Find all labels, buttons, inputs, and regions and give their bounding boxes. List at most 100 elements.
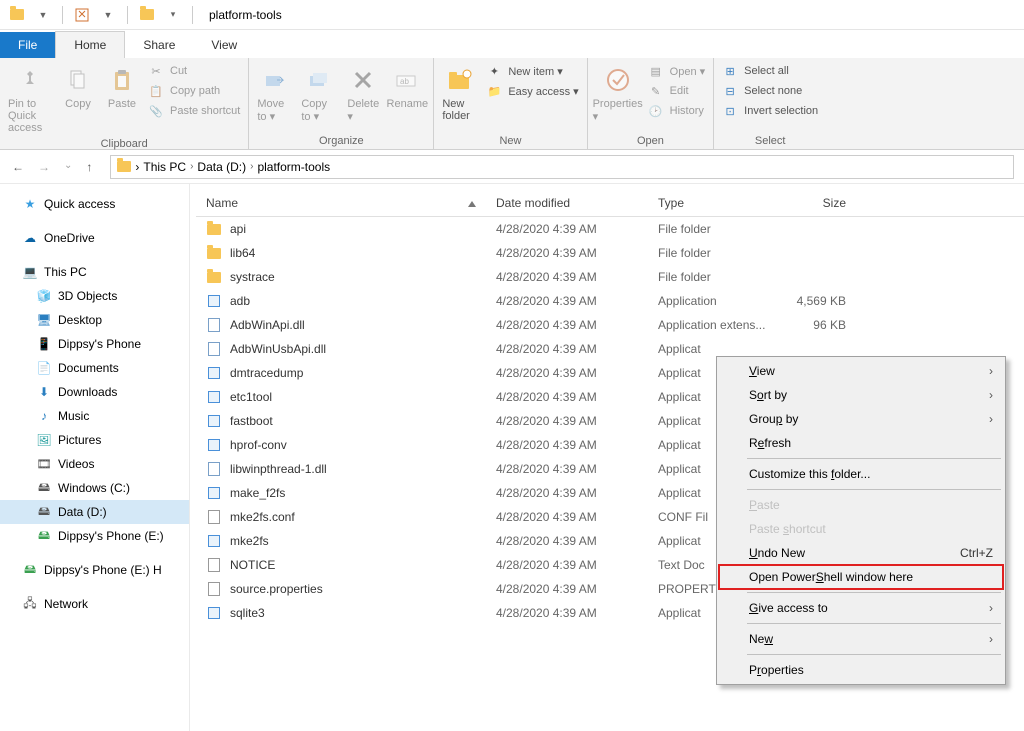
pin-button[interactable]: Pin to Quick access	[6, 62, 54, 136]
sidebar-item[interactable]: 📱Dippsy's Phone	[0, 332, 189, 356]
qat-dropdown-2[interactable]: ▼	[97, 4, 119, 26]
tab-home[interactable]: Home	[55, 31, 125, 58]
col-type[interactable]: Type	[648, 190, 780, 216]
folder-icon-2	[136, 4, 158, 26]
svg-text:ab: ab	[400, 77, 409, 86]
qat-dropdown-3[interactable]: ▾	[162, 4, 184, 26]
select-all-button[interactable]: ⊞Select all	[720, 62, 820, 80]
delete-button[interactable]: Delete▾	[343, 62, 383, 125]
file-date: 4/28/2020 4:39 AM	[486, 336, 648, 362]
file-type: Application extens...	[648, 312, 780, 338]
new-item-button[interactable]: ✦New item ▾	[484, 62, 580, 80]
sidebar-network[interactable]: 🖧Network	[0, 592, 189, 616]
folder-icon: 🖴	[36, 528, 52, 544]
file-icon	[206, 365, 222, 381]
cloud-icon: ☁	[22, 230, 38, 246]
qat-dropdown[interactable]: ▼	[32, 4, 54, 26]
ctx-undo-new[interactable]: Undo NewCtrl+Z	[719, 541, 1003, 565]
paste-shortcut-button[interactable]: 📎Paste shortcut	[146, 102, 242, 120]
ctx-open-powershell[interactable]: Open PowerShell window here	[719, 565, 1003, 589]
address-bar[interactable]: › This PC› Data (D:)› platform-tools	[110, 155, 1014, 179]
sidebar-item[interactable]: ♪Music	[0, 404, 189, 428]
ctx-sort-by[interactable]: Sort by›	[719, 383, 1003, 407]
file-icon	[206, 293, 222, 309]
tab-share[interactable]: Share	[125, 32, 193, 58]
file-icon	[206, 605, 222, 621]
crumb-0[interactable]: This PC›	[143, 160, 193, 174]
open-button[interactable]: ▤Open ▾	[646, 62, 708, 80]
easy-access-button[interactable]: 📁Easy access ▾	[484, 82, 580, 100]
crumb-1[interactable]: Data (D:)›	[197, 160, 253, 174]
ctx-paste[interactable]: Paste	[719, 493, 1003, 517]
new-folder-button[interactable]: New folder	[440, 62, 480, 124]
col-date[interactable]: Date modified	[486, 190, 648, 216]
file-name: adb	[230, 294, 250, 308]
ctx-customize[interactable]: Customize this folder...	[719, 462, 1003, 486]
file-date: 4/28/2020 4:39 AM	[486, 480, 648, 506]
ctx-view[interactable]: View›	[719, 359, 1003, 383]
history-button[interactable]: 🕑History	[646, 102, 708, 120]
sidebar-item[interactable]: 📄Documents	[0, 356, 189, 380]
properties-button[interactable]: Properties▾	[594, 62, 642, 125]
ctx-refresh[interactable]: Refresh	[719, 431, 1003, 455]
group-label-open: Open	[594, 133, 708, 149]
file-row[interactable]: AdbWinApi.dll 4/28/2020 4:39 AM Applicat…	[196, 313, 1024, 337]
sidebar-onedrive[interactable]: ☁OneDrive	[0, 226, 189, 250]
column-headers: Name Date modified Type Size	[196, 190, 1024, 217]
cut-button[interactable]: ✂Cut	[146, 62, 242, 80]
file-size: 4,569 KB	[780, 288, 870, 314]
paste-button[interactable]: Paste	[102, 62, 142, 112]
sidebar-item[interactable]: 🖴Data (D:)	[0, 500, 189, 524]
file-row[interactable]: systrace 4/28/2020 4:39 AM File folder	[196, 265, 1024, 289]
sidebar-item[interactable]: 🖥Desktop	[0, 308, 189, 332]
sidebar-item[interactable]: 🖴Dippsy's Phone (E:)	[0, 524, 189, 548]
copy-path-button[interactable]: 📋Copy path	[146, 82, 242, 100]
ctx-paste-shortcut[interactable]: Paste shortcut	[719, 517, 1003, 541]
ctx-give-access[interactable]: Give access to›	[719, 596, 1003, 620]
ctx-group-by[interactable]: Group by›	[719, 407, 1003, 431]
col-name[interactable]: Name	[196, 190, 486, 216]
move-to-button[interactable]: Move to ▾	[255, 62, 295, 125]
rename-button[interactable]: ab Rename	[387, 62, 427, 112]
sidebar-item[interactable]: ⬇Downloads	[0, 380, 189, 404]
file-row[interactable]: lib64 4/28/2020 4:39 AM File folder	[196, 241, 1024, 265]
sidebar-this-pc[interactable]: 💻This PC	[0, 260, 189, 284]
file-name: lib64	[230, 246, 255, 260]
tab-view[interactable]: View	[193, 32, 255, 58]
qat-properties-icon[interactable]	[71, 4, 93, 26]
ribbon-group-clipboard: Pin to Quick access Copy Paste ✂Cut 📋Cop…	[0, 58, 249, 149]
file-size	[780, 271, 870, 283]
back-button[interactable]: ←	[10, 160, 26, 174]
sidebar-item[interactable]: 🖼Pictures	[0, 428, 189, 452]
select-none-button[interactable]: ⊟Select none	[720, 82, 820, 100]
ctx-properties[interactable]: Properties	[719, 658, 1003, 682]
properties-label: Properties▾	[593, 98, 643, 123]
chevron-right-icon[interactable]: ›	[135, 160, 139, 174]
crumb-2[interactable]: platform-tools	[257, 160, 330, 174]
sidebar-quick-access[interactable]: ★Quick access	[0, 192, 189, 216]
ribbon: Pin to Quick access Copy Paste ✂Cut 📋Cop…	[0, 58, 1024, 150]
ctx-new[interactable]: New›	[719, 627, 1003, 651]
forward-button[interactable]: →	[36, 160, 52, 174]
sidebar-item[interactable]: 🧊3D Objects	[0, 284, 189, 308]
sidebar-item[interactable]: 🖴Windows (C:)	[0, 476, 189, 500]
scissors-icon: ✂	[148, 63, 164, 79]
tab-file[interactable]: File	[0, 32, 55, 58]
edit-button[interactable]: ✎Edit	[646, 82, 708, 100]
file-size	[780, 247, 870, 259]
sidebar-dippsy-h[interactable]: 🖴Dippsy's Phone (E:) H	[0, 558, 189, 582]
file-row[interactable]: api 4/28/2020 4:39 AM File folder	[196, 217, 1024, 241]
copy-button[interactable]: Copy	[58, 62, 98, 112]
delete-label: Delete▾	[347, 98, 379, 123]
drive-icon: 🖴	[22, 562, 38, 578]
file-icon	[206, 533, 222, 549]
file-date: 4/28/2020 4:39 AM	[486, 528, 648, 554]
file-row[interactable]: adb 4/28/2020 4:39 AM Application 4,569 …	[196, 289, 1024, 313]
col-size[interactable]: Size	[780, 190, 870, 216]
recent-dropdown[interactable]: ⌄	[62, 160, 74, 174]
sidebar-item[interactable]: 🎞Videos	[0, 452, 189, 476]
up-button[interactable]: ↑	[84, 160, 94, 174]
file-icon	[206, 413, 222, 429]
copy-to-button[interactable]: Copy to ▾	[299, 62, 339, 125]
invert-selection-button[interactable]: ⊡Invert selection	[720, 102, 820, 120]
